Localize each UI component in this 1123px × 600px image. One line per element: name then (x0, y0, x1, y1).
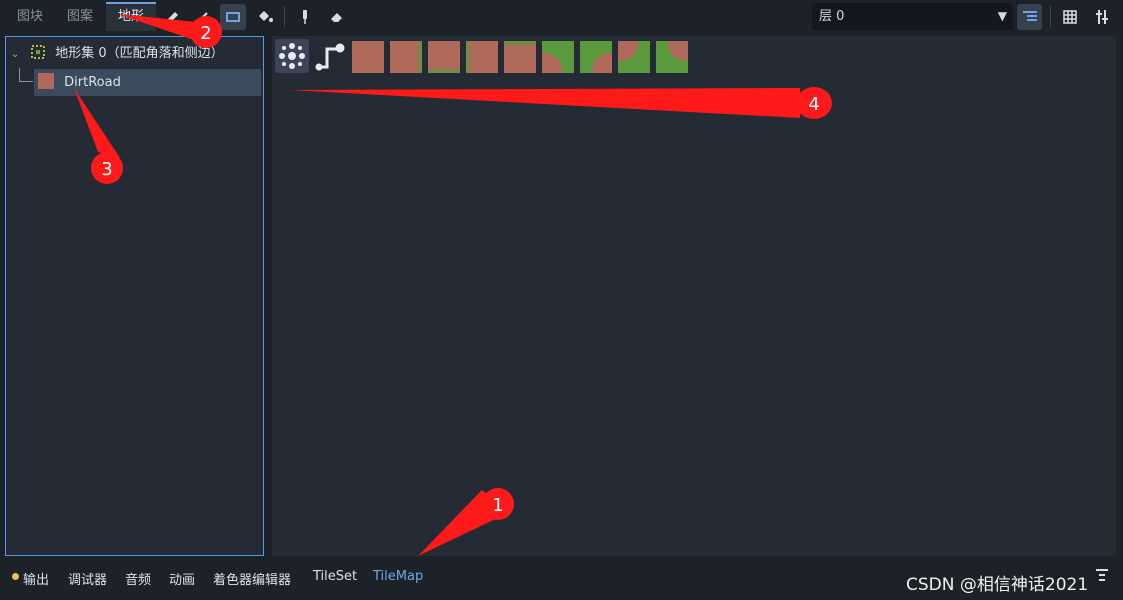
terrain-tile-9[interactable] (656, 41, 688, 73)
tab-animation[interactable]: 动画 (169, 569, 195, 588)
chevron-down-icon[interactable]: ⌄ (11, 45, 23, 65)
tab-tilemap[interactable]: TileMap (373, 569, 423, 584)
terrain-tree-panel: ⌄ 地形集 0（匹配角落和侧边） DirtRoad (5, 36, 264, 556)
settings-icon[interactable] (1089, 4, 1115, 30)
terrain-set-label: 地形集 0（匹配角落和侧边） (55, 46, 224, 61)
terrain-set-icon (31, 45, 46, 59)
terrain-tile-6[interactable] (542, 41, 574, 73)
pencil-icon[interactable] (160, 4, 186, 30)
tab-debugger[interactable]: 调试器 (68, 569, 107, 588)
bottom-panel-bar: 输出 调试器 音频 动画 着色器编辑器 TileSet TileMap CSDN… (0, 560, 1123, 600)
terrain-tile-8[interactable] (618, 41, 650, 73)
terrain-tile-3[interactable] (428, 41, 460, 73)
tab-tileset[interactable]: TileSet (313, 569, 357, 584)
terrain-item-dirtroad[interactable]: DirtRoad (34, 69, 261, 96)
chevron-down-icon: ▼ (997, 9, 1007, 23)
layer-highlight-icon[interactable] (1017, 4, 1042, 30)
path-mode-icon[interactable] (313, 39, 347, 73)
terrain-tile-4[interactable] (466, 41, 498, 73)
tab-terrains[interactable]: 地形 (106, 2, 156, 31)
rect-icon[interactable] (220, 4, 246, 30)
terrain-set-row[interactable]: ⌄ 地形集 0（匹配角落和侧边） (11, 44, 224, 64)
tab-tiles[interactable]: 图块 (8, 2, 52, 31)
terrain-tile-1[interactable] (352, 41, 384, 73)
line-icon[interactable] (190, 4, 216, 30)
tab-output[interactable]: 输出 (23, 569, 49, 588)
terrain-label: DirtRoad (64, 75, 121, 90)
picker-icon[interactable] (292, 4, 318, 30)
top-toolbar: 图块 图案 地形 层 0 ▼ (0, 0, 1123, 33)
output-warning-dot-icon (12, 573, 19, 580)
grid-icon[interactable] (1057, 4, 1083, 30)
terrain-color-swatch (38, 73, 54, 89)
watermark: CSDN @相信神话2021 (906, 575, 1089, 595)
connect-mode-icon[interactable] (275, 39, 309, 73)
panel-menu-icon[interactable] (1095, 568, 1109, 586)
layer-select-value: 层 0 (819, 9, 845, 24)
tab-audio[interactable]: 音频 (125, 569, 151, 588)
layer-select[interactable]: 层 0 ▼ (812, 3, 1013, 30)
tab-shader-editor[interactable]: 着色器编辑器 (213, 569, 291, 588)
eraser-icon[interactable] (324, 4, 350, 30)
tab-patterns[interactable]: 图案 (58, 2, 102, 31)
tile-palette-panel (272, 36, 1116, 556)
terrain-tile-2[interactable] (390, 41, 422, 73)
terrain-tile-5[interactable] (504, 41, 536, 73)
bucket-icon[interactable] (252, 4, 278, 30)
terrain-tile-7[interactable] (580, 41, 612, 73)
